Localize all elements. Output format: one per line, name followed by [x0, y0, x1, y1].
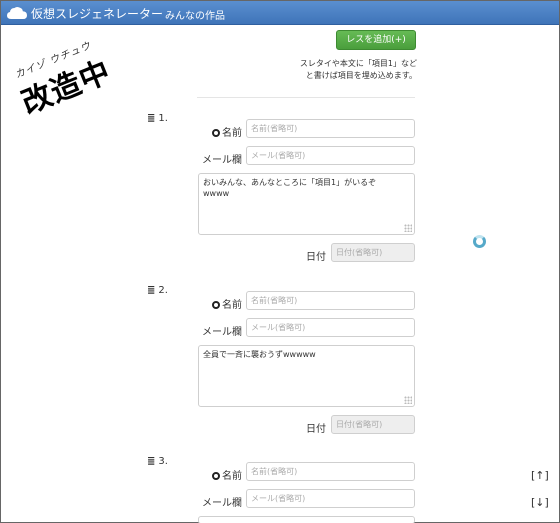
hint-line-1: スレタイや本文に「項目1」など	[299, 59, 417, 68]
divider	[197, 97, 415, 98]
list-icon[interactable]: ≣	[147, 456, 155, 467]
mail-input[interactable]	[246, 318, 415, 337]
name-label: 名前	[212, 296, 242, 311]
navbar: 仮想スレジェネレーター みんなの作品	[1, 1, 559, 25]
date-input[interactable]	[331, 243, 415, 262]
embed-hint: スレタイや本文に「項目1」など と書けば項目を埋め込めます。	[281, 58, 417, 82]
body-textarea[interactable]: 全員で一斉に襲おうずwwwww	[198, 345, 415, 407]
name-label: 名前	[212, 467, 242, 482]
mail-label: メール欄	[202, 498, 242, 509]
post-number: ≣ 1.	[147, 113, 168, 124]
mail-label: メール欄	[202, 327, 242, 338]
body-textarea[interactable]: おいみんな、あんなところに「項目1」がいるぞ wwww	[198, 173, 415, 235]
brand-title[interactable]: 仮想スレジェネレーター	[31, 5, 163, 22]
post-number: ≣ 2.	[147, 285, 168, 296]
nav-link-works[interactable]: みんなの作品	[165, 7, 225, 22]
mail-input[interactable]	[246, 146, 415, 165]
cloud-icon	[7, 6, 27, 19]
radio-icon[interactable]	[212, 472, 220, 480]
radio-icon[interactable]	[212, 129, 220, 137]
body-line: おいみんな、あんなところに「項目1」がいるぞ	[203, 178, 377, 187]
scroll-down-button[interactable]: [↓]	[531, 496, 549, 509]
date-label: 日付	[306, 424, 326, 435]
body-line: wwww	[203, 189, 230, 198]
list-icon[interactable]: ≣	[147, 113, 155, 124]
add-reply-button[interactable]: レスを追加(+)	[336, 30, 416, 50]
loading-spinner-icon	[473, 235, 486, 248]
list-icon[interactable]: ≣	[147, 285, 155, 296]
name-label: 名前	[212, 124, 242, 139]
date-label: 日付	[306, 252, 326, 263]
body-line: 全員で一斉に襲おうずwwwww	[203, 350, 316, 359]
name-input[interactable]	[246, 462, 415, 481]
resize-grip-icon[interactable]	[404, 396, 412, 404]
hint-line-2: と書けば項目を埋め込めます。	[305, 71, 417, 80]
mail-input[interactable]	[246, 489, 415, 508]
post-number: ≣ 3.	[147, 456, 168, 467]
resize-grip-icon[interactable]	[404, 224, 412, 232]
name-input[interactable]	[246, 119, 415, 138]
under-construction-stamp: カイゾ ウチュウ 改造中	[2, 28, 138, 153]
body-textarea[interactable]	[198, 516, 415, 523]
mail-label: メール欄	[202, 155, 242, 166]
name-input[interactable]	[246, 291, 415, 310]
date-input[interactable]	[331, 415, 415, 434]
scroll-up-button[interactable]: [↑]	[531, 469, 549, 482]
radio-icon[interactable]	[212, 301, 220, 309]
